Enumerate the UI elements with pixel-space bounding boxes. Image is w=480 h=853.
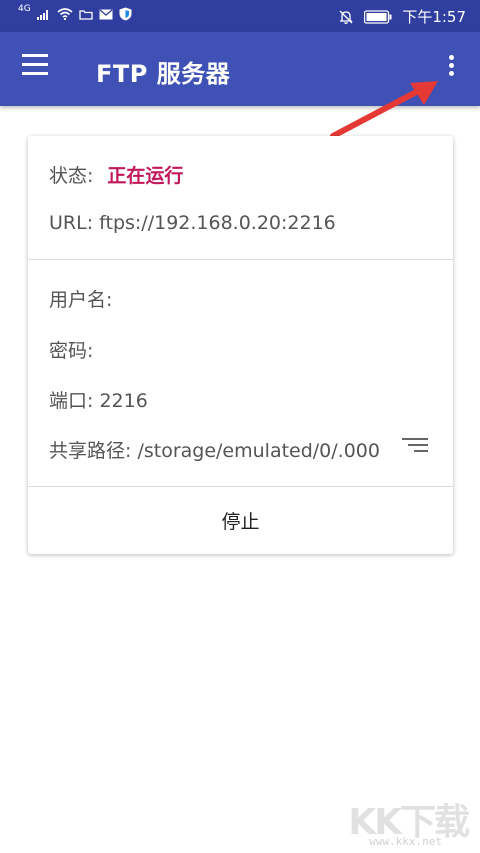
signal-icon [36,10,48,20]
shield-icon [119,7,132,21]
status-right: 下午1:57 [338,6,466,27]
wifi-icon [57,8,73,20]
url-text: URL: ftps://192.168.0.20:2216 [49,212,336,234]
clock: 下午1:57 [402,8,466,26]
status-row: 状态: 正在运行 [49,161,183,188]
annotation-arrow [330,81,438,139]
divider [28,259,453,260]
password-label: 密码: [49,340,94,362]
menu-icon[interactable] [22,54,52,84]
mute-bell-icon [339,10,353,24]
stop-button[interactable]: 停止 [28,487,453,554]
server-card: 状态: 正在运行 URL: ftps://192.168.0.20:2216 用户… [28,136,453,554]
status-label: 状态: [49,165,94,187]
watermark: KK下载 www.kkx.net [318,791,470,851]
battery-icon [364,9,392,24]
mail-icon [99,9,113,19]
sort-icon[interactable] [402,438,428,454]
page-title: FTP 服务器 [96,60,231,88]
network-type: 4G [18,4,31,14]
port-text: 端口: 2216 [49,390,148,412]
status-left: 4G [18,4,132,21]
more-vert-icon[interactable] [440,52,462,86]
watermark-site: www.kkx.net [369,835,442,848]
folder-icon [79,9,93,20]
status-value: 正在运行 [107,165,184,187]
username-label: 用户名: [49,289,113,311]
status-bar: 4G 下午1:57 [0,0,480,32]
share-path-text: 共享路径: /storage/emulated/0/.000 [49,440,380,462]
